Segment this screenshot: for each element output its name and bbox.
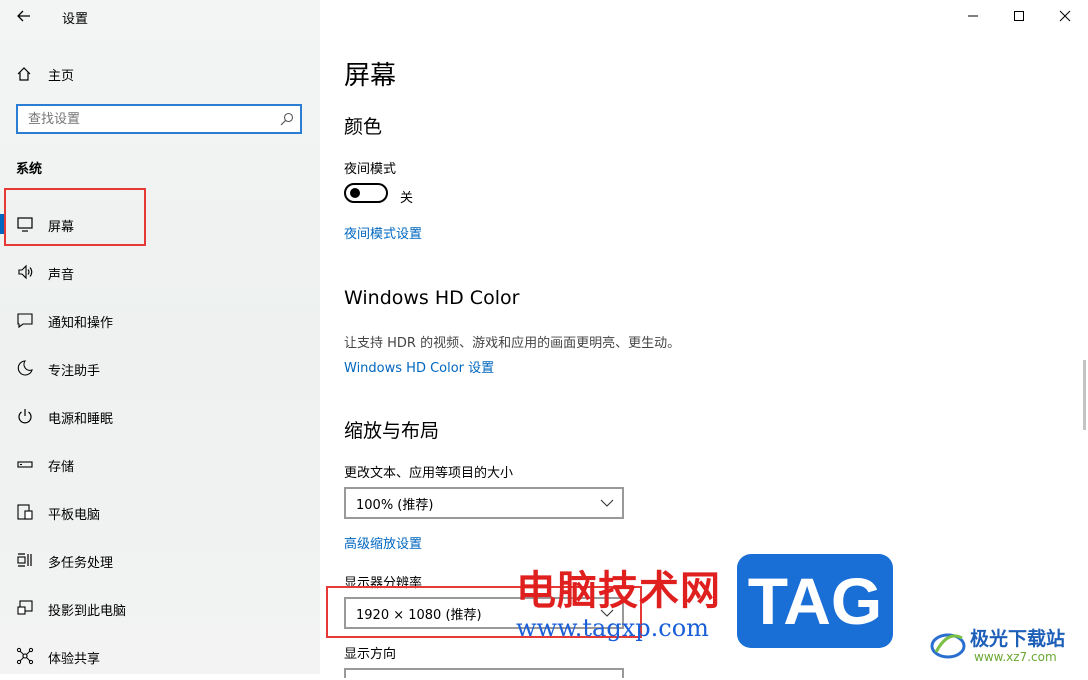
sidebar-item-label: 屏幕 bbox=[48, 220, 75, 235]
sidebar-item-label: 专注助手 bbox=[48, 364, 101, 379]
sidebar: 设置 主页 系统 屏幕 声音 通知和操作 专注助手 电源和睡眠 bbox=[0, 0, 320, 674]
section-label-system: 系统 bbox=[16, 162, 43, 177]
text-size-label: 更改文本、应用等项目的大小 bbox=[344, 466, 514, 481]
sidebar-item-label: 体验共享 bbox=[48, 652, 101, 667]
project-icon bbox=[17, 600, 33, 615]
home-label: 主页 bbox=[48, 68, 75, 84]
sidebar-nav: 屏幕 声音 通知和操作 专注助手 电源和睡眠 存储 平板电脑 多任务处理 投影到… bbox=[0, 200, 320, 680]
toggle-knob bbox=[350, 188, 360, 198]
sidebar-item-tablet[interactable]: 平板电脑 bbox=[0, 488, 320, 536]
watermark-url: www.tagxp.com bbox=[516, 614, 709, 642]
sidebar-item-shared-experiences[interactable]: 体验共享 bbox=[0, 632, 320, 680]
sidebar-item-focus-assist[interactable]: 专注助手 bbox=[0, 344, 320, 392]
night-mode-settings-link[interactable]: 夜间模式设置 bbox=[344, 223, 422, 242]
scale-select[interactable]: 100% (推荐) bbox=[344, 487, 624, 519]
page-title: 屏幕 bbox=[344, 61, 397, 91]
monitor-icon bbox=[17, 217, 33, 232]
hdr-heading: Windows HD Color bbox=[344, 287, 520, 309]
moon-icon bbox=[17, 360, 33, 376]
scale-select-value: 100% (推荐) bbox=[356, 497, 434, 513]
titlebar-left: 设置 bbox=[0, 0, 320, 32]
night-mode-label: 夜间模式 bbox=[344, 162, 397, 177]
night-mode-state: 关 bbox=[400, 191, 414, 206]
resolution-label: 显示器分辨率 bbox=[344, 576, 423, 591]
multitask-icon bbox=[17, 553, 32, 567]
sidebar-item-sound[interactable]: 声音 bbox=[0, 248, 320, 296]
brand-site: www.xz7.com bbox=[974, 650, 1057, 664]
search-box[interactable] bbox=[16, 104, 302, 134]
search-icon[interactable] bbox=[280, 112, 294, 126]
orientation-label: 显示方向 bbox=[344, 647, 397, 662]
hdr-description: 让支持 HDR 的视频、游戏和应用的画面更明亮、更生动。 bbox=[344, 336, 681, 351]
sidebar-item-display[interactable]: 屏幕 bbox=[0, 200, 320, 248]
minimize-icon bbox=[968, 15, 978, 17]
tablet-icon bbox=[17, 504, 33, 520]
color-heading: 颜色 bbox=[344, 116, 383, 138]
sidebar-item-notifications[interactable]: 通知和操作 bbox=[0, 296, 320, 344]
sidebar-item-power-sleep[interactable]: 电源和睡眠 bbox=[0, 392, 320, 440]
advanced-scaling-link[interactable]: 高级缩放设置 bbox=[344, 533, 422, 552]
back-button[interactable] bbox=[14, 6, 36, 26]
sidebar-item-label: 电源和睡眠 bbox=[48, 412, 114, 427]
watermark-tag-logo: TAG bbox=[737, 554, 893, 648]
sidebar-item-label: 存储 bbox=[48, 460, 75, 475]
scrollbar-thumb[interactable] bbox=[1083, 360, 1086, 430]
maximize-button[interactable] bbox=[996, 0, 1042, 32]
hdr-settings-link[interactable]: Windows HD Color 设置 bbox=[344, 357, 494, 376]
sidebar-item-multitasking[interactable]: 多任务处理 bbox=[0, 536, 320, 584]
minimize-button[interactable] bbox=[950, 0, 996, 32]
watermark-brand: 极光下载站 www.xz7.com bbox=[928, 624, 1080, 670]
maximize-icon bbox=[1014, 11, 1024, 21]
home-icon bbox=[17, 67, 31, 81]
sidebar-item-label: 声音 bbox=[48, 268, 75, 283]
sidebar-item-label: 多任务处理 bbox=[48, 556, 114, 571]
brand-logo-icon bbox=[930, 633, 966, 659]
search-input[interactable] bbox=[18, 106, 278, 132]
app-title: 设置 bbox=[62, 12, 89, 27]
notification-icon bbox=[17, 313, 33, 329]
night-mode-toggle[interactable] bbox=[344, 183, 388, 203]
sidebar-item-label: 通知和操作 bbox=[48, 316, 114, 331]
close-icon bbox=[1059, 10, 1071, 22]
chevron-down-icon bbox=[600, 499, 614, 507]
arrow-left-icon bbox=[17, 10, 30, 22]
scale-layout-heading: 缩放与布局 bbox=[344, 420, 440, 442]
resolution-select-value: 1920 × 1080 (推荐) bbox=[356, 607, 482, 623]
speaker-icon bbox=[18, 264, 33, 280]
orientation-select[interactable] bbox=[344, 668, 624, 678]
power-icon bbox=[18, 409, 32, 424]
home-nav-item[interactable]: 主页 bbox=[16, 63, 74, 85]
sidebar-item-storage[interactable]: 存储 bbox=[0, 440, 320, 488]
close-button[interactable] bbox=[1042, 0, 1088, 32]
sidebar-item-project-to-pc[interactable]: 投影到此电脑 bbox=[0, 584, 320, 632]
storage-icon bbox=[17, 461, 33, 468]
watermark-cn-text: 电脑技术网 bbox=[516, 568, 721, 614]
window-controls bbox=[950, 0, 1088, 32]
sidebar-item-label: 平板电脑 bbox=[48, 508, 101, 523]
sidebar-item-label: 投影到此电脑 bbox=[48, 604, 127, 619]
share-icon bbox=[16, 647, 34, 665]
brand-name: 极光下载站 bbox=[970, 628, 1066, 650]
